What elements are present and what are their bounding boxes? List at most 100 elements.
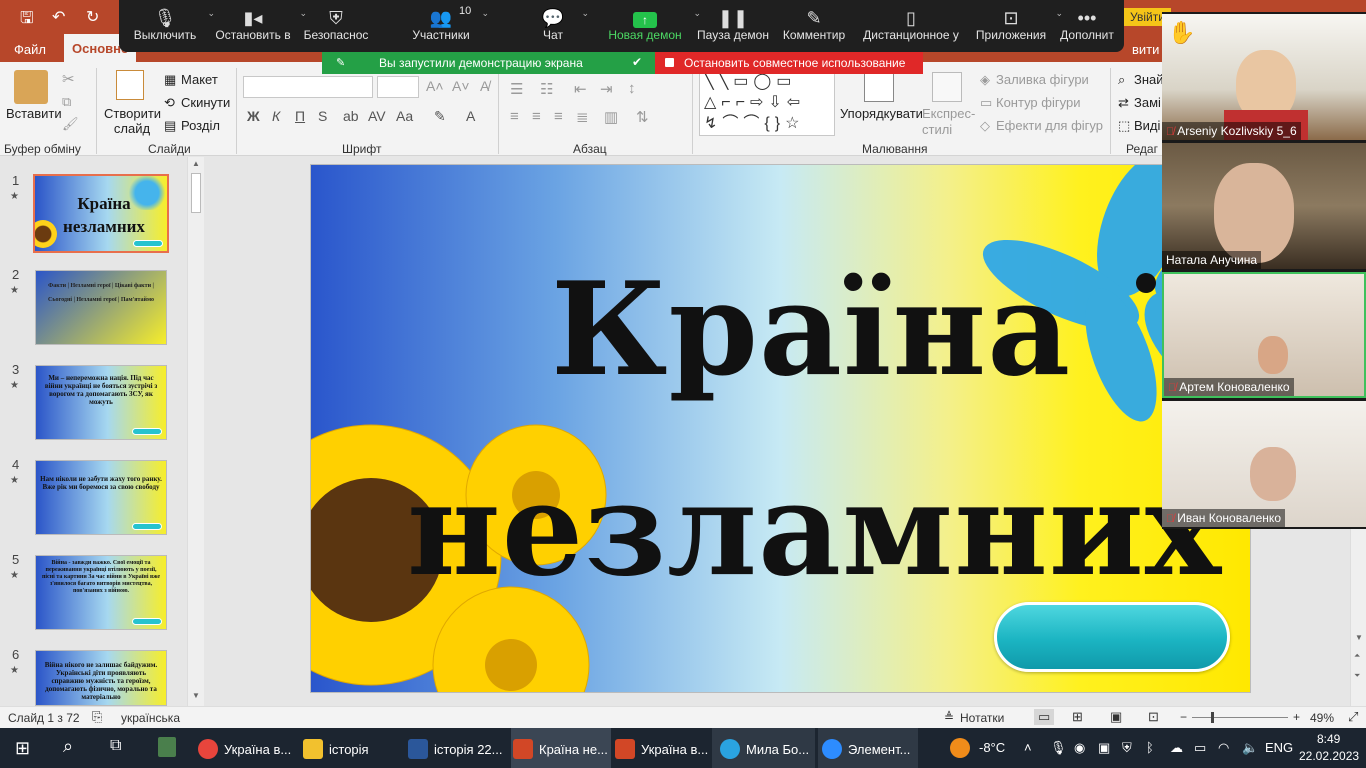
- slide-sorter-icon[interactable]: ⊞: [1072, 709, 1083, 725]
- onedrive-icon[interactable]: ☁: [1170, 740, 1183, 756]
- language-status[interactable]: українська: [121, 711, 180, 725]
- windows-start-icon[interactable]: ⊞: [15, 738, 30, 759]
- thumbnail-scrollbar[interactable]: ▲ ▼: [187, 157, 204, 706]
- select-button[interactable]: Виді: [1134, 118, 1160, 133]
- chevron-down-icon[interactable]: ⌄: [581, 8, 589, 19]
- shadow-button[interactable]: S: [318, 108, 327, 124]
- quick-styles-button[interactable]: Експрес-стилі: [922, 106, 975, 138]
- replace-button[interactable]: Замі: [1134, 95, 1161, 110]
- font-family-combo[interactable]: [243, 76, 373, 98]
- save-icon[interactable]: 🖫: [20, 7, 34, 34]
- slide-thumbnail-1[interactable]: Країна незламних: [33, 174, 169, 253]
- search-icon[interactable]: ⌕: [63, 736, 73, 757]
- slide-thumbnail-3[interactable]: Ми – непереможна нація. Під час війни ук…: [35, 365, 167, 440]
- find-button[interactable]: Знай: [1134, 72, 1164, 87]
- input-language[interactable]: ENG: [1265, 740, 1293, 755]
- slide-button-shape[interactable]: [994, 602, 1230, 672]
- columns-icon[interactable]: ▥: [604, 108, 618, 126]
- align-center-icon[interactable]: ≡: [532, 108, 541, 125]
- slideshow-icon[interactable]: ⊡: [1148, 709, 1159, 725]
- bluetooth-icon[interactable]: ᛒ: [1146, 740, 1154, 755]
- pin-icon[interactable]: ✎: [336, 56, 345, 69]
- annotate-button[interactable]: ✎ Комментир: [781, 0, 847, 52]
- previous-slide-icon[interactable]: ⏶: [1354, 651, 1360, 661]
- highlight-icon[interactable]: ✎: [434, 108, 446, 125]
- fit-to-window-icon[interactable]: ⤢: [1348, 709, 1358, 725]
- tab-more[interactable]: вити: [1132, 42, 1159, 57]
- video-tile[interactable]: 🎙̸ Артем Коноваленко: [1162, 272, 1366, 398]
- scroll-down-icon[interactable]: ▼: [1355, 633, 1363, 642]
- zoom-out-icon[interactable]: −: [1180, 710, 1187, 724]
- chevron-down-icon[interactable]: ⌄: [481, 8, 489, 19]
- weather-temp[interactable]: -8°C: [979, 740, 1005, 755]
- stop-share-button[interactable]: Остановить совместное использование: [655, 52, 923, 74]
- scroll-down-icon[interactable]: ▼: [192, 691, 200, 700]
- taskbar-app-powerpoint[interactable]: Україна в...: [615, 728, 708, 768]
- video-tile[interactable]: ✋ 🎙̸ Arseniy Kozlivskiy 5_6: [1162, 14, 1366, 140]
- reading-view-icon[interactable]: ▣: [1110, 709, 1122, 725]
- new-slide-icon[interactable]: [116, 70, 144, 100]
- notes-button[interactable]: Нотатки: [960, 711, 1004, 725]
- volume-icon[interactable]: 🔈: [1242, 740, 1258, 756]
- app-tray-icon[interactable]: ▣: [1098, 740, 1110, 756]
- video-tile[interactable]: 🎙̸ Иван Коноваленко: [1162, 401, 1366, 527]
- next-slide-icon[interactable]: ⏷: [1354, 671, 1360, 681]
- grow-font-icon[interactable]: A˄: [426, 78, 444, 94]
- slide-thumbnail-6[interactable]: Війна нікого не залишає байдужим. Україн…: [35, 650, 167, 706]
- security-tray-icon[interactable]: ⛨: [1122, 740, 1132, 756]
- zoom-in-icon[interactable]: +: [1293, 710, 1300, 724]
- mute-button[interactable]: 🎙 Выключить ⌄: [131, 0, 215, 52]
- taskbar-app-chrome[interactable]: Україна в...: [198, 728, 291, 768]
- clock-date[interactable]: 22.02.2023: [1299, 749, 1359, 763]
- slide-thumbnail-2[interactable]: Факти | Незламні герої | Цікаві факти | …: [35, 270, 167, 345]
- task-view-icon[interactable]: ⧉: [110, 737, 121, 755]
- slide-thumbnail-4[interactable]: Нам ніколи не забути жаху того ранку. Вж…: [35, 460, 167, 535]
- undo-icon[interactable]: ↶: [52, 7, 65, 27]
- apps-button[interactable]: ⊡ Приложения ⌄: [975, 0, 1063, 52]
- paste-icon[interactable]: [14, 70, 48, 104]
- slide-thumbnail-5[interactable]: Війна - завжди важко. Свої емоції та пер…: [35, 555, 167, 630]
- zoom-slider-thumb[interactable]: [1211, 712, 1214, 723]
- battery-icon[interactable]: ▭: [1194, 740, 1206, 756]
- chevron-up-icon[interactable]: ˄: [1024, 740, 1032, 755]
- copy-icon[interactable]: ⧉: [62, 94, 71, 110]
- slide-title-line2[interactable]: незламних: [407, 455, 1222, 605]
- shape-effects-button[interactable]: Ефекти для фігур: [996, 118, 1103, 133]
- outdent-icon[interactable]: ⇥: [600, 80, 613, 98]
- zoom-slider[interactable]: [1192, 717, 1288, 718]
- zoom-tray-icon[interactable]: ◉: [1074, 740, 1085, 756]
- slide-canvas[interactable]: Країна незламних: [310, 164, 1251, 693]
- bold-button[interactable]: Ж: [247, 108, 260, 124]
- spelling-icon[interactable]: ⎘: [92, 709, 102, 725]
- remote-control-button[interactable]: ▯ Дистанционное у: [861, 0, 961, 52]
- new-share-button[interactable]: ↑ Новая демон ⌄: [605, 0, 701, 52]
- weather-icon[interactable]: [950, 738, 970, 758]
- calculator-icon[interactable]: [158, 737, 176, 757]
- participants-button[interactable]: 👥 10 Участники ⌄: [409, 0, 489, 52]
- taskbar-app-word[interactable]: історія 22...: [408, 728, 503, 768]
- shape-fill-button[interactable]: Заливка фігури: [996, 72, 1089, 87]
- italic-button[interactable]: К: [272, 108, 280, 124]
- indent-icon[interactable]: ⇤: [574, 80, 587, 98]
- wifi-icon[interactable]: ◠: [1218, 740, 1229, 756]
- video-tile[interactable]: Натала Анучина: [1162, 143, 1366, 269]
- scroll-up-icon[interactable]: ▲: [192, 159, 200, 168]
- chat-button[interactable]: 💬 Чат ⌄: [533, 0, 589, 52]
- change-case-icon[interactable]: Aa: [396, 108, 413, 124]
- shapes-gallery[interactable]: ╲╲▭◯▭ △⌐⌐⇨⇩⇦ ↯⌒⌒{}☆: [699, 70, 835, 136]
- redo-icon[interactable]: ↻: [86, 7, 99, 27]
- text-direction-icon[interactable]: ⇅: [636, 108, 649, 126]
- normal-view-icon[interactable]: ▭: [1034, 709, 1055, 725]
- numbering-icon[interactable]: ☷: [540, 80, 553, 98]
- line-spacing-icon[interactable]: ↕: [628, 80, 636, 97]
- new-slide-button[interactable]: Створити слайд: [104, 106, 161, 136]
- font-color-icon[interactable]: A: [466, 108, 475, 124]
- align-right-icon[interactable]: ≡: [554, 108, 563, 125]
- clock-time[interactable]: 8:49: [1317, 732, 1340, 746]
- arrange-icon[interactable]: [864, 72, 894, 102]
- chevron-down-icon[interactable]: ⌄: [207, 8, 215, 19]
- microphone-tray-icon[interactable]: 🎙: [1050, 740, 1067, 756]
- security-button[interactable]: ⛨ Безопаснос: [303, 0, 369, 52]
- shrink-font-icon[interactable]: A˅: [452, 78, 470, 94]
- char-spacing-icon[interactable]: AV: [368, 108, 386, 124]
